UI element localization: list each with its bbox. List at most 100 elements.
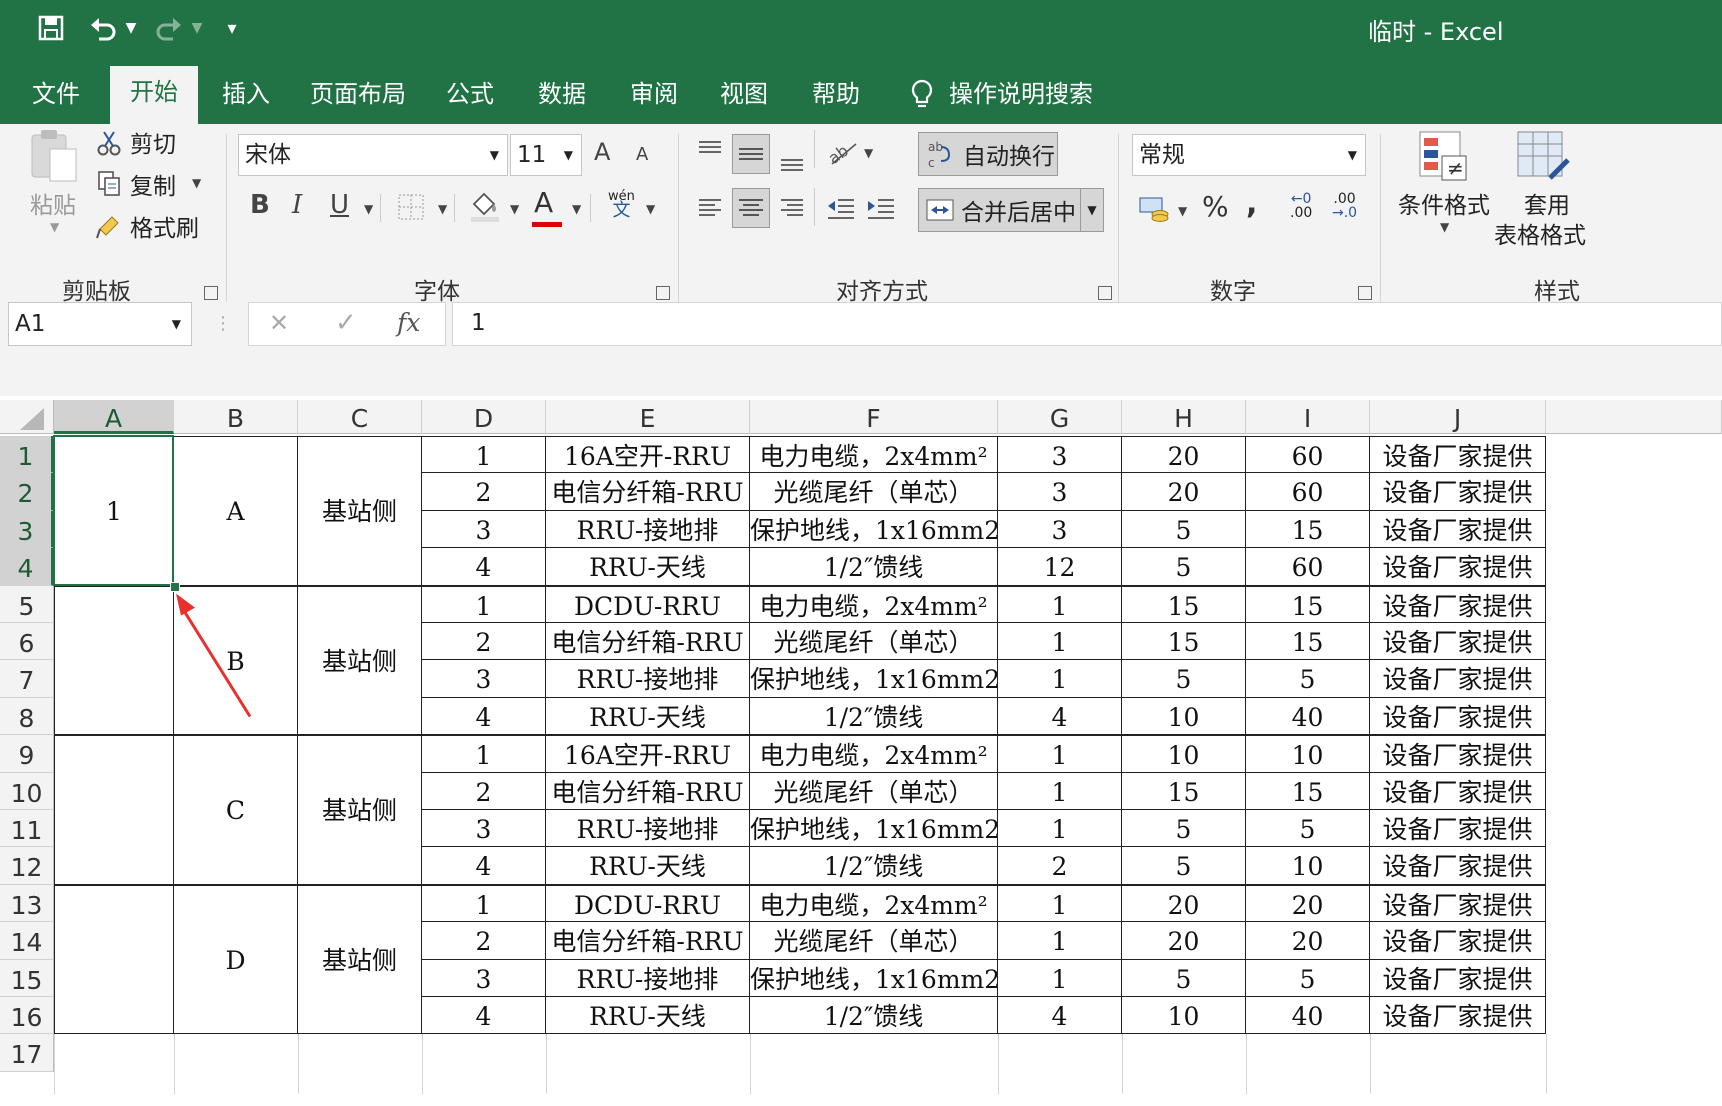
- select-all-corner[interactable]: [0, 400, 54, 434]
- row-header-9[interactable]: 9: [0, 735, 54, 773]
- column-header-g[interactable]: G: [998, 400, 1122, 434]
- format-painter-icon[interactable]: [96, 210, 124, 240]
- cell[interactable]: 3: [422, 959, 546, 997]
- cell[interactable]: 2: [998, 847, 1122, 885]
- conditional-format-icon[interactable]: ≠: [1416, 128, 1470, 184]
- copy-icon[interactable]: [96, 168, 124, 198]
- row-header-2[interactable]: 2: [0, 473, 54, 511]
- conditional-dropdown-icon[interactable]: ▼: [1440, 220, 1449, 234]
- cell[interactable]: 电力电缆，2x4mm²: [750, 585, 998, 623]
- fill-color-dropdown-icon[interactable]: ▼: [510, 202, 519, 216]
- cell[interactable]: 5: [1246, 959, 1370, 997]
- cell[interactable]: 保护地线，1x16mm2: [750, 660, 998, 698]
- lightbulb-icon[interactable]: [902, 68, 942, 124]
- phonetic-dropdown-icon[interactable]: ▼: [646, 202, 655, 216]
- align-middle-icon[interactable]: [732, 134, 770, 174]
- more-options-icon[interactable]: ⋮: [214, 308, 232, 338]
- font-color-button[interactable]: A: [534, 186, 553, 219]
- cell[interactable]: 5: [1122, 847, 1246, 885]
- cell[interactable]: 60: [1246, 548, 1370, 586]
- decrease-indent-icon[interactable]: [826, 194, 856, 222]
- cell[interactable]: 4: [998, 697, 1122, 736]
- undo-dropdown-icon[interactable]: ▼: [122, 12, 140, 44]
- cell[interactable]: 设备厂家提供: [1370, 884, 1546, 923]
- merged-cell[interactable]: [54, 735, 174, 885]
- orientation-icon[interactable]: ab: [826, 138, 860, 168]
- column-header-b[interactable]: B: [174, 400, 298, 434]
- cell[interactable]: RRU-天线: [546, 997, 750, 1035]
- cell[interactable]: 20: [1122, 473, 1246, 511]
- comma-button[interactable]: ,: [1246, 186, 1257, 221]
- merged-cell[interactable]: 基站侧: [298, 735, 422, 885]
- column-header-h[interactable]: H: [1122, 400, 1246, 434]
- merged-cell[interactable]: C: [174, 735, 298, 885]
- cell[interactable]: 电信分纤箱-RRU: [546, 473, 750, 511]
- cell[interactable]: 设备厂家提供: [1370, 959, 1546, 997]
- row-header-4[interactable]: 4: [0, 548, 54, 586]
- cell[interactable]: 20: [1246, 884, 1370, 923]
- cell[interactable]: 12: [998, 548, 1122, 586]
- cell[interactable]: 1: [422, 436, 546, 474]
- format-painter-button[interactable]: 格式刷: [130, 210, 199, 242]
- cell[interactable]: 1: [998, 660, 1122, 698]
- paste-icon[interactable]: [26, 126, 84, 186]
- orientation-dropdown-icon[interactable]: ▼: [864, 146, 873, 160]
- cell[interactable]: 10: [1246, 847, 1370, 885]
- column-header-f[interactable]: F: [750, 400, 998, 434]
- cell[interactable]: 15: [1246, 585, 1370, 623]
- merge-dropdown-icon[interactable]: ▼: [1080, 189, 1103, 231]
- tab-page-layout[interactable]: 页面布局: [300, 68, 416, 124]
- bold-button[interactable]: B: [250, 190, 270, 220]
- cell[interactable]: 3: [998, 510, 1122, 549]
- copy-dropdown-icon[interactable]: ▼: [192, 176, 201, 190]
- cell[interactable]: 1: [422, 735, 546, 773]
- worksheet-grid[interactable]: A B C D E F G H I J 1 2 3 4 5 6 7 8 9 10 11 12 13 14 15 16 17 1 16A空…: [0, 400, 1722, 1106]
- cell[interactable]: 20: [1122, 922, 1246, 960]
- cell[interactable]: 15: [1246, 510, 1370, 549]
- cell[interactable]: RRU-接地排: [546, 510, 750, 549]
- merged-cell[interactable]: 1: [54, 436, 174, 586]
- cell[interactable]: 5: [1246, 810, 1370, 848]
- cell[interactable]: 10: [1246, 735, 1370, 773]
- column-header-j[interactable]: J: [1370, 400, 1546, 434]
- table-format-label-1[interactable]: 套用: [1524, 186, 1570, 220]
- cell[interactable]: 设备厂家提供: [1370, 735, 1546, 773]
- cell[interactable]: 4: [422, 548, 546, 586]
- cell[interactable]: 1: [998, 884, 1122, 923]
- cell[interactable]: 1: [422, 884, 546, 923]
- row-header-17[interactable]: 17: [0, 1034, 54, 1072]
- cell[interactable]: 电信分纤箱-RRU: [546, 922, 750, 960]
- cell[interactable]: 设备厂家提供: [1370, 510, 1546, 549]
- alignment-launcher-icon[interactable]: [1098, 286, 1112, 300]
- table-format-icon[interactable]: [1516, 128, 1570, 184]
- row-header-10[interactable]: 10: [0, 772, 54, 810]
- tab-file[interactable]: 文件: [16, 68, 96, 124]
- merged-cell[interactable]: 基站侧: [298, 585, 422, 736]
- paste-label[interactable]: 粘贴: [30, 186, 76, 220]
- insert-function-icon[interactable]: fx: [397, 303, 420, 343]
- merged-cell[interactable]: 基站侧: [298, 436, 422, 586]
- number-format-select[interactable]: 常规 ▼: [1132, 134, 1366, 176]
- cell[interactable]: 2: [422, 922, 546, 960]
- clipboard-launcher-icon[interactable]: [204, 286, 218, 300]
- font-color-dropdown-icon[interactable]: ▼: [572, 202, 581, 216]
- cell[interactable]: 光缆尾纤（单芯）: [750, 473, 998, 511]
- cell[interactable]: 10: [1122, 697, 1246, 736]
- number-launcher-icon[interactable]: [1358, 286, 1372, 300]
- formula-input[interactable]: 1: [452, 302, 1722, 346]
- align-left-icon[interactable]: [696, 194, 724, 222]
- cell[interactable]: 1/2″馈线: [750, 997, 998, 1035]
- cell[interactable]: 1: [998, 585, 1122, 623]
- cell[interactable]: 1: [998, 810, 1122, 848]
- cell[interactable]: RRU-接地排: [546, 660, 750, 698]
- cell[interactable]: 设备厂家提供: [1370, 436, 1546, 474]
- cell[interactable]: 电信分纤箱-RRU: [546, 772, 750, 810]
- merged-cell[interactable]: [54, 585, 174, 736]
- borders-dropdown-icon[interactable]: ▼: [438, 202, 447, 216]
- cell[interactable]: 4: [998, 997, 1122, 1035]
- cell[interactable]: 1: [998, 623, 1122, 661]
- tab-insert[interactable]: 插入: [206, 68, 286, 124]
- wrap-text-button[interactable]: ab c 自动换行: [918, 132, 1058, 176]
- cell[interactable]: 5: [1246, 660, 1370, 698]
- cell[interactable]: 10: [1122, 735, 1246, 773]
